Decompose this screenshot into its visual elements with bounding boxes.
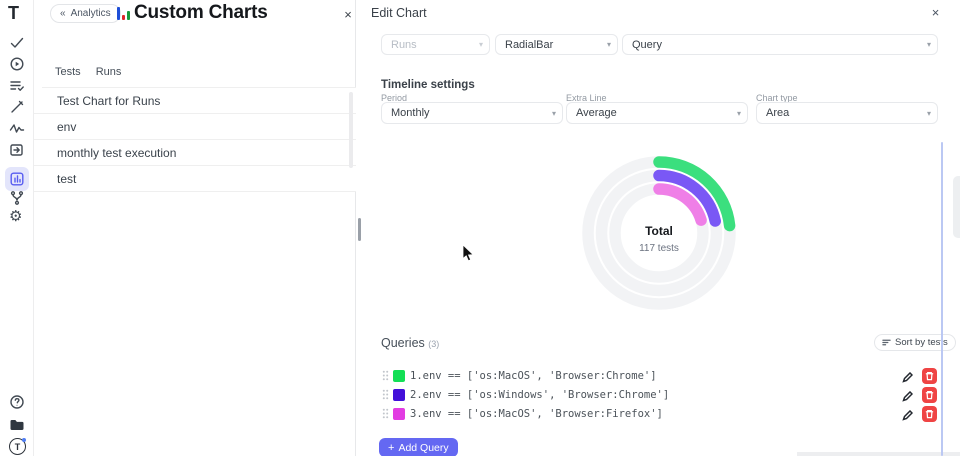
extra-line-select-value: Average — [576, 107, 617, 119]
sort-button-label: Sort by tests — [895, 337, 948, 348]
avatar-initial: T — [15, 442, 21, 452]
back-chevrons-icon: « — [60, 8, 66, 19]
tests-check-icon[interactable] — [9, 35, 25, 51]
drawer-close-icon[interactable]: × — [928, 5, 943, 20]
query-color-swatch — [393, 408, 405, 420]
query-row: 2.env == ['os:Windows', 'Browser:Chrome'… — [382, 386, 937, 403]
edit-pencil-icon[interactable] — [902, 408, 913, 419]
chart-rows: Test Chart for Runs env monthly test exe… — [34, 88, 356, 192]
edit-pencil-icon[interactable] — [902, 389, 913, 400]
plans-list-check-icon[interactable] — [9, 78, 25, 94]
list-item[interactable]: env — [34, 114, 356, 140]
chevron-down-icon: ▾ — [479, 41, 483, 49]
drag-handle-icon[interactable] — [382, 389, 389, 400]
chart-total-label: Total — [549, 224, 769, 238]
list-item[interactable]: Test Chart for Runs — [34, 88, 356, 114]
sidebar-item-analytics-active[interactable] — [5, 167, 29, 191]
pulse-activity-icon[interactable] — [9, 121, 25, 137]
query-expression: 2.env == ['os:Windows', 'Browser:Chrome'… — [410, 389, 669, 401]
chart-type-select-value: Area — [766, 107, 789, 119]
back-to-analytics-button[interactable]: « Analytics — [50, 4, 121, 23]
query-row: 1.env == ['os:MacOS', 'Browser:Chrome'] — [382, 367, 937, 384]
projects-folder-icon[interactable] — [9, 417, 25, 433]
list-tabs: Tests Runs — [55, 66, 121, 78]
source-select-value: Runs — [391, 39, 417, 51]
delete-query-button[interactable] — [922, 406, 937, 422]
avatar-status-dot — [22, 438, 26, 442]
extra-line-select[interactable]: Average ▾ — [566, 102, 748, 124]
list-scrollbar-thumb[interactable] — [349, 92, 353, 168]
chart-total-value: 117 tests — [549, 243, 769, 254]
back-button-label: Analytics — [71, 8, 111, 19]
drawer-bottom-scroll-strip — [797, 452, 960, 456]
charts-list-panel: « Analytics Custom Charts × Tests Runs T… — [34, 0, 356, 456]
queries-heading-text: Queries — [381, 336, 425, 350]
bar-chart-icon — [117, 6, 132, 20]
drag-handle-icon[interactable] — [382, 408, 389, 419]
drawer-title: Edit Chart — [371, 6, 427, 20]
chart-kind-select[interactable]: RadialBar ▾ — [495, 34, 618, 55]
plus-icon: + — [388, 442, 394, 454]
queries-heading: Queries (3) — [381, 336, 439, 350]
list-close-icon[interactable]: × — [340, 6, 356, 22]
query-color-swatch — [393, 370, 405, 382]
chart-kind-select-value: RadialBar — [505, 39, 553, 51]
edit-chart-drawer: Edit Chart × Runs ▾ RadialBar ▾ Query ▾ … — [357, 0, 960, 456]
page-title: Custom Charts — [134, 2, 268, 24]
delete-query-button[interactable] — [922, 387, 937, 403]
chevron-down-icon: ▾ — [927, 41, 931, 49]
account-avatar[interactable]: T — [9, 438, 26, 455]
workflow-branch-icon[interactable] — [9, 190, 25, 206]
mode-select-value: Query — [632, 39, 662, 51]
period-select-value: Monthly — [391, 107, 430, 119]
edit-pencil-icon[interactable] — [902, 370, 913, 381]
trash-icon — [925, 390, 934, 400]
add-query-label: Add Query — [398, 442, 448, 454]
sort-icon — [882, 338, 891, 347]
delete-query-button[interactable] — [922, 368, 937, 384]
tab-runs[interactable]: Runs — [96, 66, 122, 78]
runs-play-circle-icon[interactable] — [9, 56, 25, 72]
app-window: T ⚙ T — [0, 0, 960, 456]
import-box-arrow-icon[interactable] — [9, 142, 25, 158]
chevron-down-icon: ▾ — [607, 41, 611, 49]
query-expression: 1.env == ['os:MacOS', 'Browser:Chrome'] — [410, 370, 657, 382]
sort-by-tests-button[interactable]: Sort by tests — [874, 334, 956, 351]
help-icon[interactable] — [9, 394, 25, 410]
drawer-resize-handle[interactable] — [358, 218, 361, 241]
query-row: 3.env == ['os:MacOS', 'Browser:Firefox'] — [382, 405, 937, 422]
queries-count: (3) — [428, 339, 439, 349]
chevron-down-icon: ▾ — [927, 110, 931, 118]
source-select[interactable]: Runs ▾ — [381, 34, 490, 55]
query-expression: 3.env == ['os:MacOS', 'Browser:Firefox'] — [410, 408, 663, 420]
trash-icon — [925, 409, 934, 419]
app-logo[interactable]: T — [8, 3, 19, 24]
page-scrollbar-thumb[interactable] — [953, 176, 960, 238]
icon-rail: T ⚙ T — [0, 0, 34, 456]
chart-type-select[interactable]: Area ▾ — [756, 102, 938, 124]
drawer-scroll-indicator[interactable] — [941, 142, 943, 456]
drag-handle-icon[interactable] — [382, 370, 389, 381]
add-query-button[interactable]: + Add Query — [379, 438, 458, 456]
mode-select[interactable]: Query ▾ — [622, 34, 938, 55]
settings-gear-icon[interactable]: ⚙ — [9, 209, 25, 225]
tool-wand-icon[interactable] — [9, 99, 25, 115]
chevron-down-icon: ▾ — [552, 110, 556, 118]
query-color-swatch — [393, 389, 405, 401]
list-item[interactable]: test — [34, 166, 356, 192]
period-select[interactable]: Monthly ▾ — [381, 102, 563, 124]
list-item[interactable]: monthly test execution — [34, 140, 356, 166]
tab-tests[interactable]: Tests — [55, 66, 81, 78]
chevron-down-icon: ▾ — [737, 110, 741, 118]
trash-icon — [925, 371, 934, 381]
timeline-settings-heading: Timeline settings — [381, 79, 475, 91]
